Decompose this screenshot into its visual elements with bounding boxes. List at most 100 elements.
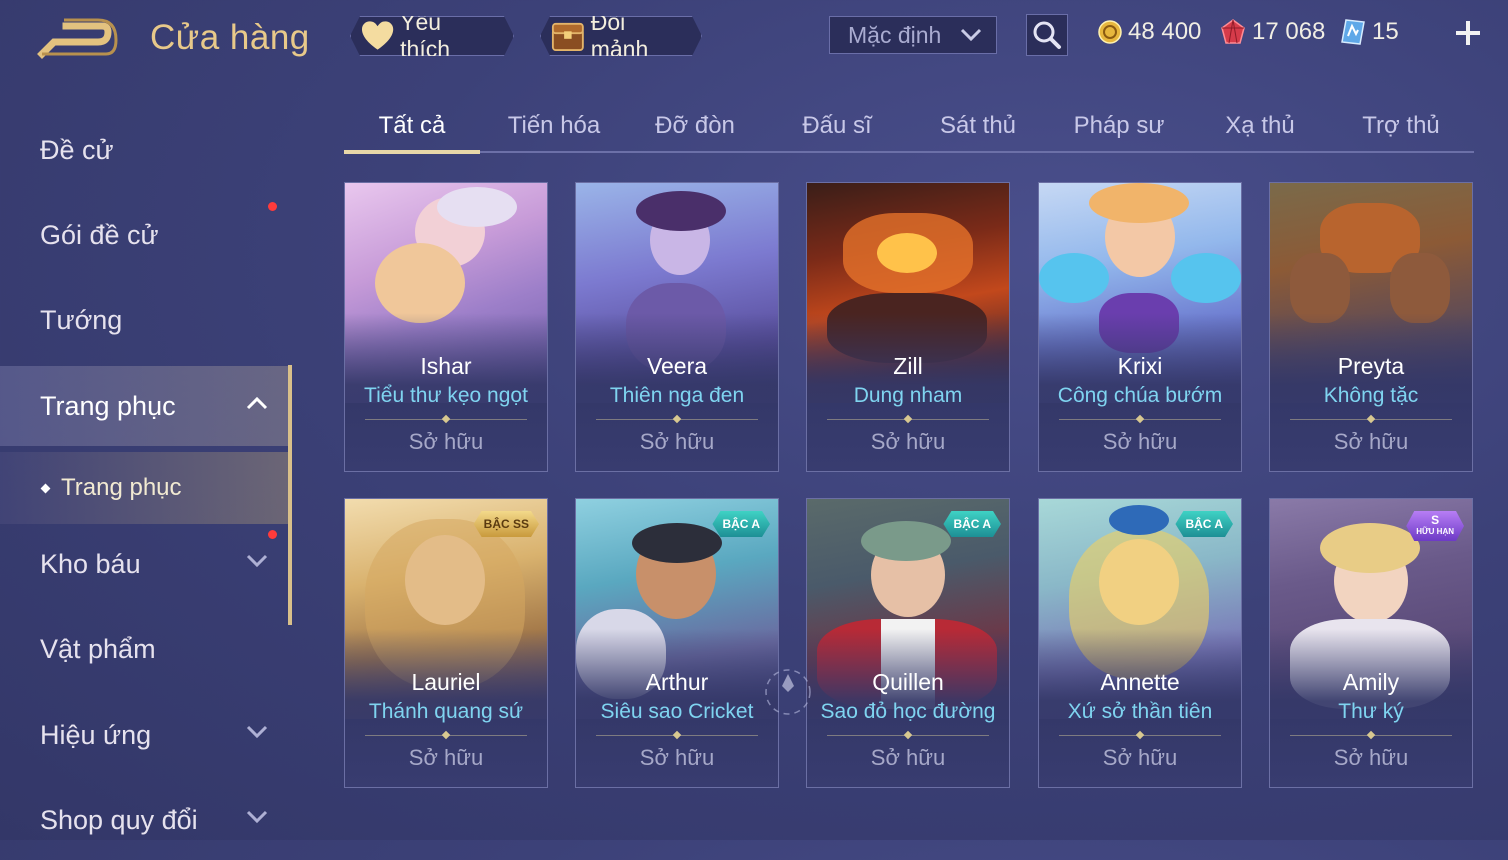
sidebar-item-label: Shop quy đổi	[40, 804, 198, 835]
sidebar-item-items[interactable]: Vật phẩm	[0, 609, 290, 689]
diamond-bullet-icon	[40, 483, 51, 493]
card-divider	[596, 735, 758, 736]
sort-dropdown[interactable]: Mặc định	[829, 16, 997, 54]
hero-name: Veera	[646, 353, 708, 379]
owned-status: Sở hữu	[639, 745, 715, 770]
skin-name: Siêu sao Cricket	[600, 700, 754, 723]
ruby-gem-icon	[1221, 19, 1245, 44]
top-bar: Cửa hàng Yêu thích Đổi mảnh Mặc định 48	[0, 0, 1508, 80]
skin-name: Dung nham	[853, 384, 963, 407]
search-button[interactable]	[1026, 14, 1068, 56]
chevron-down-icon	[246, 725, 268, 739]
sidebar-item-recommended[interactable]: Đề cử	[0, 110, 290, 190]
sidebar-item-label: Đề cử	[40, 134, 114, 165]
back-arrow-icon[interactable]	[36, 18, 122, 64]
tier-badge: BẬC SS	[474, 511, 539, 537]
hero-name: Annette	[1100, 669, 1180, 695]
card-divider	[827, 735, 989, 736]
gold-coin-icon	[1098, 20, 1122, 44]
voucher-amount: 15	[1372, 18, 1399, 45]
sort-selected-value: Mặc định	[848, 21, 942, 48]
card-divider	[365, 419, 527, 420]
sidebar-item-heroes[interactable]: Tướng	[0, 280, 290, 360]
chevron-down-icon	[960, 28, 982, 42]
sidebar-subitem-skins[interactable]: Trang phục	[0, 452, 290, 524]
sidebar-item-label: Trang phục	[40, 390, 176, 421]
limited-badge: S HỮU HẠN	[1406, 511, 1464, 541]
voucher-balance: 15	[1340, 18, 1399, 46]
chevron-down-icon	[246, 810, 268, 824]
tabs-divider	[344, 151, 1474, 153]
exchange-fragments-button[interactable]: Đổi mảnh	[540, 16, 702, 56]
tab-fighter[interactable]: Đấu sĩ	[769, 100, 905, 152]
skin-card[interactable]: BẬC A Arthur Siêu sao Cricket Sở hữu	[575, 498, 779, 788]
skin-card[interactable]: BẬC A Annette Xứ sở thần tiên Sở hữu	[1038, 498, 1242, 788]
tab-assassin[interactable]: Sát thủ	[910, 100, 1046, 152]
add-currency-button[interactable]	[1453, 18, 1483, 48]
card-divider	[365, 735, 527, 736]
skin-card[interactable]: BẬC SS Lauriel Thánh quang sứ Sở hữu	[344, 498, 548, 788]
hero-name: Ishar	[420, 353, 472, 379]
skin-name: Thánh quang sứ	[368, 700, 524, 723]
tab-marksman[interactable]: Xạ thủ	[1192, 100, 1328, 152]
tier-badge: BẬC A	[712, 511, 770, 537]
hero-name: Amily	[1342, 669, 1400, 695]
tab-all[interactable]: Tất cả	[344, 100, 480, 152]
owned-status: Sở hữu	[639, 429, 715, 454]
sidebar-item-exchange-shop[interactable]: Shop quy đổi	[0, 780, 290, 860]
tab-tank[interactable]: Đỡ đòn	[627, 100, 763, 152]
owned-status: Sở hữu	[408, 745, 484, 770]
skin-name: Thiên nga đen	[609, 384, 745, 407]
sidebar-item-recommended-packs[interactable]: Gói đề cử	[0, 195, 290, 275]
gold-amount: 48 400	[1128, 18, 1202, 45]
sidebar-item-skins[interactable]: Trang phục	[0, 366, 290, 446]
skin-card[interactable]: Krixi Công chúa bướm Sở hữu	[1038, 182, 1242, 472]
exchange-fragments-label: Đổi mảnh	[590, 9, 649, 62]
treasure-chest-icon	[551, 19, 585, 53]
card-divider	[596, 419, 758, 420]
skin-card[interactable]: BẬC A Quillen Sao đỏ học đường Sở hữu	[806, 498, 1010, 788]
card-divider	[827, 419, 989, 420]
owned-status: Sở hữu	[1102, 429, 1178, 454]
sidebar-item-label: Hiệu ứng	[40, 719, 152, 750]
hero-name: Lauriel	[411, 669, 481, 695]
voucher-icon	[1341, 19, 1365, 45]
gold-balance: 48 400	[1098, 18, 1201, 46]
tier-badge: BẬC A	[1175, 511, 1233, 537]
limited-badge-label: HỮU HẠN	[1416, 527, 1454, 536]
owned-status: Sở hữu	[870, 429, 946, 454]
active-tab-indicator	[344, 150, 480, 154]
skin-card[interactable]: Preyta Không tặc Sở hữu	[1269, 182, 1473, 472]
skin-card[interactable]: Ishar Tiểu thư kẹo ngọt Sở hữu	[344, 182, 548, 472]
hero-name: Krixi	[1117, 353, 1163, 379]
notification-dot	[268, 202, 277, 211]
card-divider	[1059, 735, 1221, 736]
tab-mage[interactable]: Pháp sư	[1051, 100, 1187, 152]
sidebar-item-label: Kho báu	[40, 548, 141, 579]
sidebar-item-treasure[interactable]: Kho báu	[0, 524, 290, 604]
skin-card[interactable]: Veera Thiên nga đen Sở hữu	[575, 182, 779, 472]
ruby-amount: 17 068	[1252, 18, 1326, 45]
tab-support[interactable]: Trợ thủ	[1333, 100, 1469, 152]
tab-evolution[interactable]: Tiến hóa	[486, 100, 622, 152]
sidebar-item-effects[interactable]: Hiệu ứng	[0, 695, 290, 775]
limited-badge-tier: S	[1431, 513, 1440, 527]
skin-name: Không tặc	[1323, 384, 1419, 407]
card-divider	[1059, 419, 1221, 420]
loading-spinner-icon	[765, 669, 811, 715]
sidebar-item-label: Tướng	[40, 304, 123, 335]
owned-status: Sở hữu	[870, 745, 946, 770]
hero-name: Zill	[893, 353, 923, 379]
hero-name: Arthur	[645, 669, 709, 695]
skin-name: Tiểu thư kẹo ngọt	[364, 384, 528, 407]
tier-badge: BẬC A	[943, 511, 1001, 537]
category-tabs: Tất cả Tiến hóa Đỡ đòn Đấu sĩ Sát thủ Ph…	[344, 100, 1474, 156]
sidebar-subitem-label: Trang phục	[61, 474, 182, 501]
owned-status: Sở hữu	[408, 429, 484, 454]
skin-card[interactable]: Zill Dung nham Sở hữu	[806, 182, 1010, 472]
skin-name: Sao đỏ học đường	[820, 700, 996, 723]
skin-name: Xứ sở thần tiên	[1067, 700, 1213, 723]
favorites-button[interactable]: Yêu thích	[350, 16, 514, 56]
skin-card[interactable]: S HỮU HẠN Amily Thư ký Sở hữu	[1269, 498, 1473, 788]
hero-name: Quillen	[872, 669, 944, 695]
